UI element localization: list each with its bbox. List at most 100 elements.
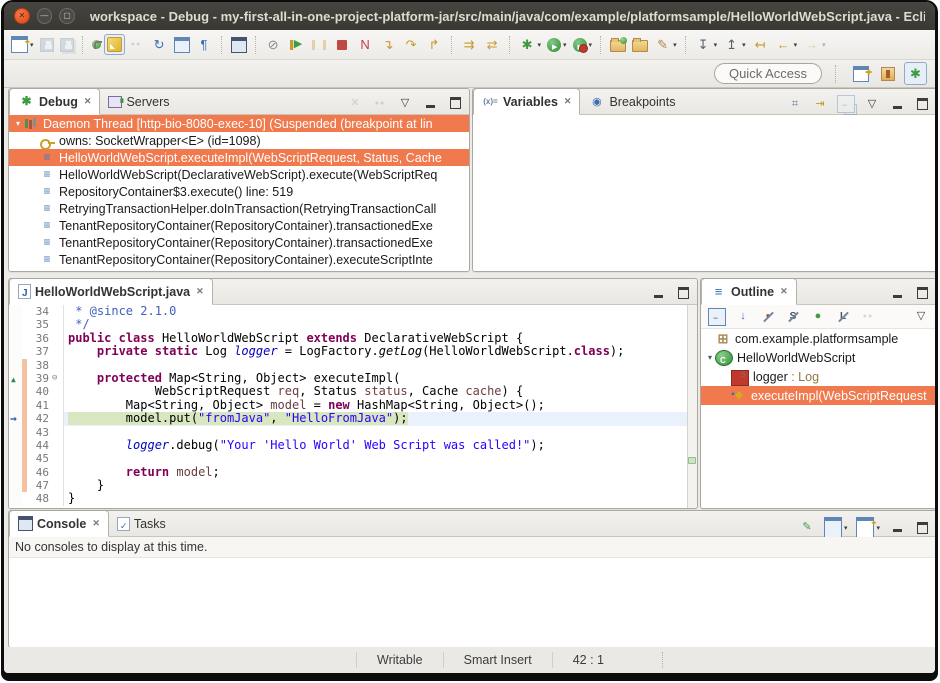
line-number[interactable]: 43 <box>27 426 52 439</box>
dropdown-caret[interactable]: ▾ <box>844 524 848 532</box>
minimize-window-button[interactable]: — <box>37 8 53 24</box>
tree-row[interactable]: TenantRepositoryContainer(RepositoryCont… <box>9 251 469 268</box>
hide-static-members-toggle[interactable] <box>782 306 804 328</box>
editor-line[interactable]: 47 } <box>9 479 697 492</box>
minimize-button[interactable] <box>886 282 908 304</box>
maximize-window-button[interactable]: ▢ <box>59 8 75 24</box>
hide-local-types-toggle[interactable] <box>832 306 854 328</box>
line-number[interactable]: 45 <box>27 452 52 465</box>
previous-annotation-dropdown[interactable]: ↥▾ <box>720 33 749 56</box>
open-perspective-button[interactable] <box>850 63 872 85</box>
line-number[interactable]: 39 <box>27 372 52 385</box>
close-button[interactable]: ✕ <box>14 8 30 24</box>
editor-line[interactable]: 34 * @since 2.1.0 <box>9 305 697 318</box>
tab-breakpoints[interactable]: Breakpoints <box>580 90 683 114</box>
editor-line[interactable]: 41 Map<String, Object> model = new HashM… <box>9 399 697 412</box>
close-tab-icon[interactable]: ✕ <box>564 96 572 107</box>
code-line[interactable] <box>64 359 697 372</box>
open-folder-button[interactable] <box>629 34 651 55</box>
tab-outline[interactable]: Outline✕ <box>701 278 797 305</box>
maximize-button[interactable] <box>911 517 933 539</box>
pin-console-toggle[interactable]: ✎ <box>796 517 818 539</box>
tree-row[interactable]: TenantRepositoryContainer(RepositoryCont… <box>9 234 469 251</box>
open-resource-button[interactable] <box>607 34 629 55</box>
hide-non-public-members-toggle[interactable]: ● <box>807 306 829 328</box>
code-line[interactable]: return model; <box>64 466 697 479</box>
tab-helloworldwebscript-java[interactable]: HelloWorldWebScript.java✕ <box>9 278 213 305</box>
line-number[interactable]: 47 <box>27 479 52 492</box>
debug-dropdown[interactable]: ✱▾ <box>516 33 545 56</box>
dropdown-caret[interactable]: ▾ <box>673 41 677 49</box>
tree-row[interactable]: com.example.platformsample <box>701 329 935 348</box>
code-line[interactable]: WebScriptRequest req, Status status, Cac… <box>64 385 697 398</box>
minimize-button[interactable] <box>886 93 908 115</box>
java-perspective-button[interactable] <box>878 64 898 84</box>
editor-line[interactable]: 39⊖ protected Map<String, Object> execut… <box>9 372 697 385</box>
expander-icon[interactable]: ▾ <box>705 353 715 362</box>
tree-row[interactable]: HelloWorldWebScript.executeImpl(WebScrip… <box>9 149 469 166</box>
titlebar[interactable]: ✕ — ▢ workspace - Debug - my-first-all-i… <box>4 2 935 30</box>
tab-console[interactable]: Console✕ <box>9 510 109 537</box>
maximize-button[interactable] <box>911 93 933 115</box>
hide-fields-toggle[interactable] <box>757 306 779 328</box>
close-tab-icon[interactable]: ✕ <box>92 518 100 529</box>
refresh-button[interactable]: ↻ <box>148 33 171 56</box>
back-dropdown[interactable]: ←▾ <box>772 33 801 56</box>
expander-icon[interactable]: ▾ <box>13 119 23 128</box>
overview-ruler[interactable] <box>687 305 697 508</box>
code-line[interactable]: public class HelloWorldWebScript extends… <box>64 332 697 345</box>
tree-row[interactable]: TenantRepositoryContainer(RepositoryCont… <box>9 217 469 234</box>
dropdown-caret[interactable]: ▾ <box>794 41 798 49</box>
code-line[interactable]: */ <box>64 318 697 331</box>
editor-line[interactable]: 40 WebScriptRequest req, Status status, … <box>9 385 697 398</box>
show-type-names-toggle[interactable]: ⌗ <box>784 93 806 115</box>
tree-row[interactable]: RetryingTransactionHelper.doInTransactio… <box>9 200 469 217</box>
mark-occurrences-toggle[interactable] <box>104 34 125 55</box>
line-number[interactable]: 40 <box>27 385 52 398</box>
editor-line[interactable]: 45 <box>9 452 697 465</box>
editor-line[interactable]: 48} <box>9 492 697 505</box>
collapse-all-button[interactable] <box>705 305 729 329</box>
line-number[interactable]: 46 <box>27 466 52 479</box>
tree-row[interactable]: ▾HelloWorldWebScript <box>701 348 935 367</box>
terminate-button[interactable] <box>331 33 354 56</box>
resume-button[interactable] <box>285 33 308 56</box>
minimize-button[interactable] <box>886 517 908 539</box>
overview-annotation-marker[interactable] <box>688 457 696 464</box>
next-annotation-dropdown[interactable]: ↧▾ <box>692 33 721 56</box>
editor-line[interactable]: 43 <box>9 426 697 439</box>
use-step-filters-toggle[interactable]: ⇉ <box>458 33 481 56</box>
minimize-button[interactable] <box>647 282 669 304</box>
tree-row[interactable]: executeImpl(WebScriptRequest <box>701 386 935 405</box>
line-number[interactable]: 34 <box>27 305 52 318</box>
line-number[interactable]: 44 <box>27 439 52 452</box>
view-menu-button[interactable]: ▽ <box>394 92 416 114</box>
step-return-button[interactable]: ↱ <box>423 33 446 56</box>
line-number[interactable]: 41 <box>27 399 52 412</box>
code-line[interactable]: } <box>64 479 697 492</box>
remote-debug-button[interactable] <box>89 37 104 52</box>
line-number[interactable]: 42 <box>27 412 52 425</box>
step-over-button[interactable]: ↷ <box>400 33 423 56</box>
tab-debug[interactable]: Debug✕ <box>9 88 100 115</box>
line-number[interactable]: 36 <box>27 332 52 345</box>
line-number[interactable]: 37 <box>27 345 52 358</box>
sort-toggle[interactable]: ↓ <box>732 306 754 328</box>
terminal-button[interactable] <box>228 34 250 56</box>
new-wizard-button[interactable]: ▾ <box>8 33 37 56</box>
dropdown-caret[interactable]: ▾ <box>714 41 718 49</box>
code-line[interactable] <box>64 452 697 465</box>
view-menu-button[interactable]: ▽ <box>910 306 932 328</box>
tab-tasks[interactable]: Tasks <box>109 512 174 536</box>
tree-row[interactable]: logger : Log <box>701 367 935 386</box>
view-menu-button[interactable]: ▽ <box>861 93 883 115</box>
dropdown-caret[interactable]: ▾ <box>742 41 746 49</box>
maximize-button[interactable] <box>911 282 933 304</box>
fold-marker[interactable]: ⊖ <box>52 372 64 385</box>
last-edit-location-button[interactable]: ↤ <box>749 33 772 56</box>
editor-line[interactable]: 38 <box>9 359 697 372</box>
line-number[interactable]: 48 <box>27 492 52 505</box>
annotation-brush-dropdown[interactable]: ✎▾ <box>651 33 680 56</box>
close-tab-icon[interactable]: ✕ <box>84 96 92 107</box>
maximize-button[interactable] <box>444 92 466 114</box>
